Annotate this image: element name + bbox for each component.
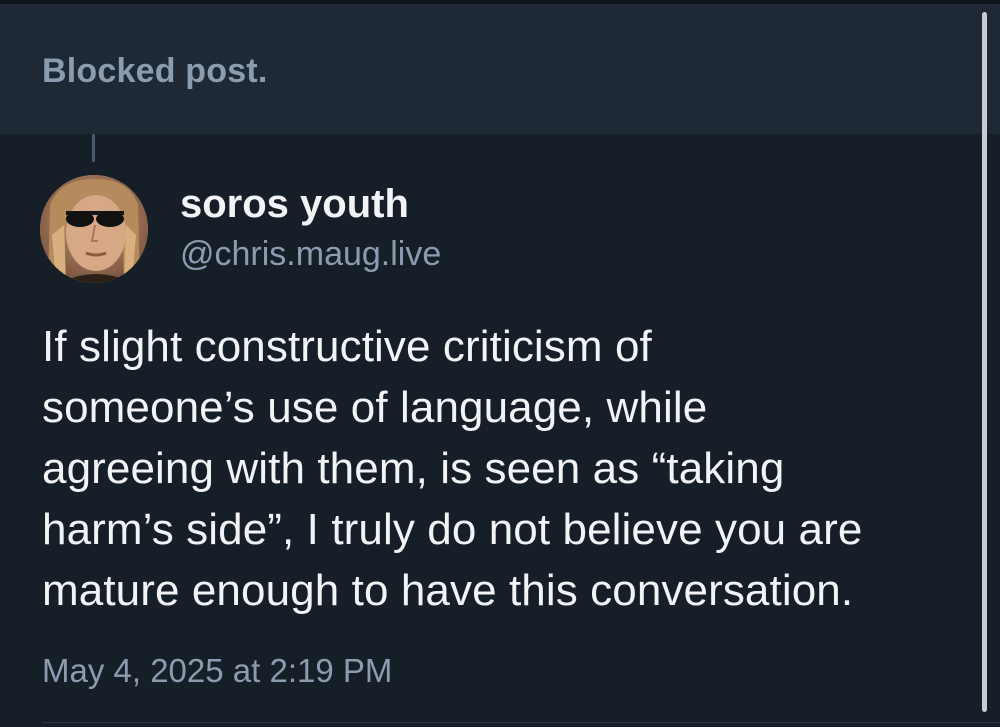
post-text-line: agreeing with them, is seen as “taking — [42, 444, 785, 493]
blocked-post-card[interactable]: Blocked post. — [0, 4, 1000, 134]
post-thread-view: Blocked post. soros youth @chris.maug.li… — [0, 0, 1000, 727]
post-text-line: If slight constructive criticism of — [42, 322, 652, 371]
author-avatar[interactable] — [40, 175, 148, 283]
blocked-post-label: Blocked post. — [42, 52, 268, 90]
vertical-scrollbar[interactable] — [982, 12, 987, 712]
post-body: If slight constructive criticism of some… — [42, 316, 972, 621]
user-avatar-photo-icon — [40, 175, 148, 283]
post-text-line: harm’s side”, I truly do not believe you… — [42, 505, 863, 554]
post-divider — [42, 722, 1000, 723]
post-text-line: someone’s use of language, while — [42, 383, 708, 432]
post-text-line: mature enough to have this conversation. — [42, 566, 854, 615]
thread-connector-line — [92, 134, 95, 162]
author-display-name[interactable]: soros youth — [180, 182, 409, 227]
post-timestamp[interactable]: May 4, 2025 at 2:19 PM — [42, 652, 392, 690]
author-handle[interactable]: @chris.maug.live — [180, 235, 441, 274]
